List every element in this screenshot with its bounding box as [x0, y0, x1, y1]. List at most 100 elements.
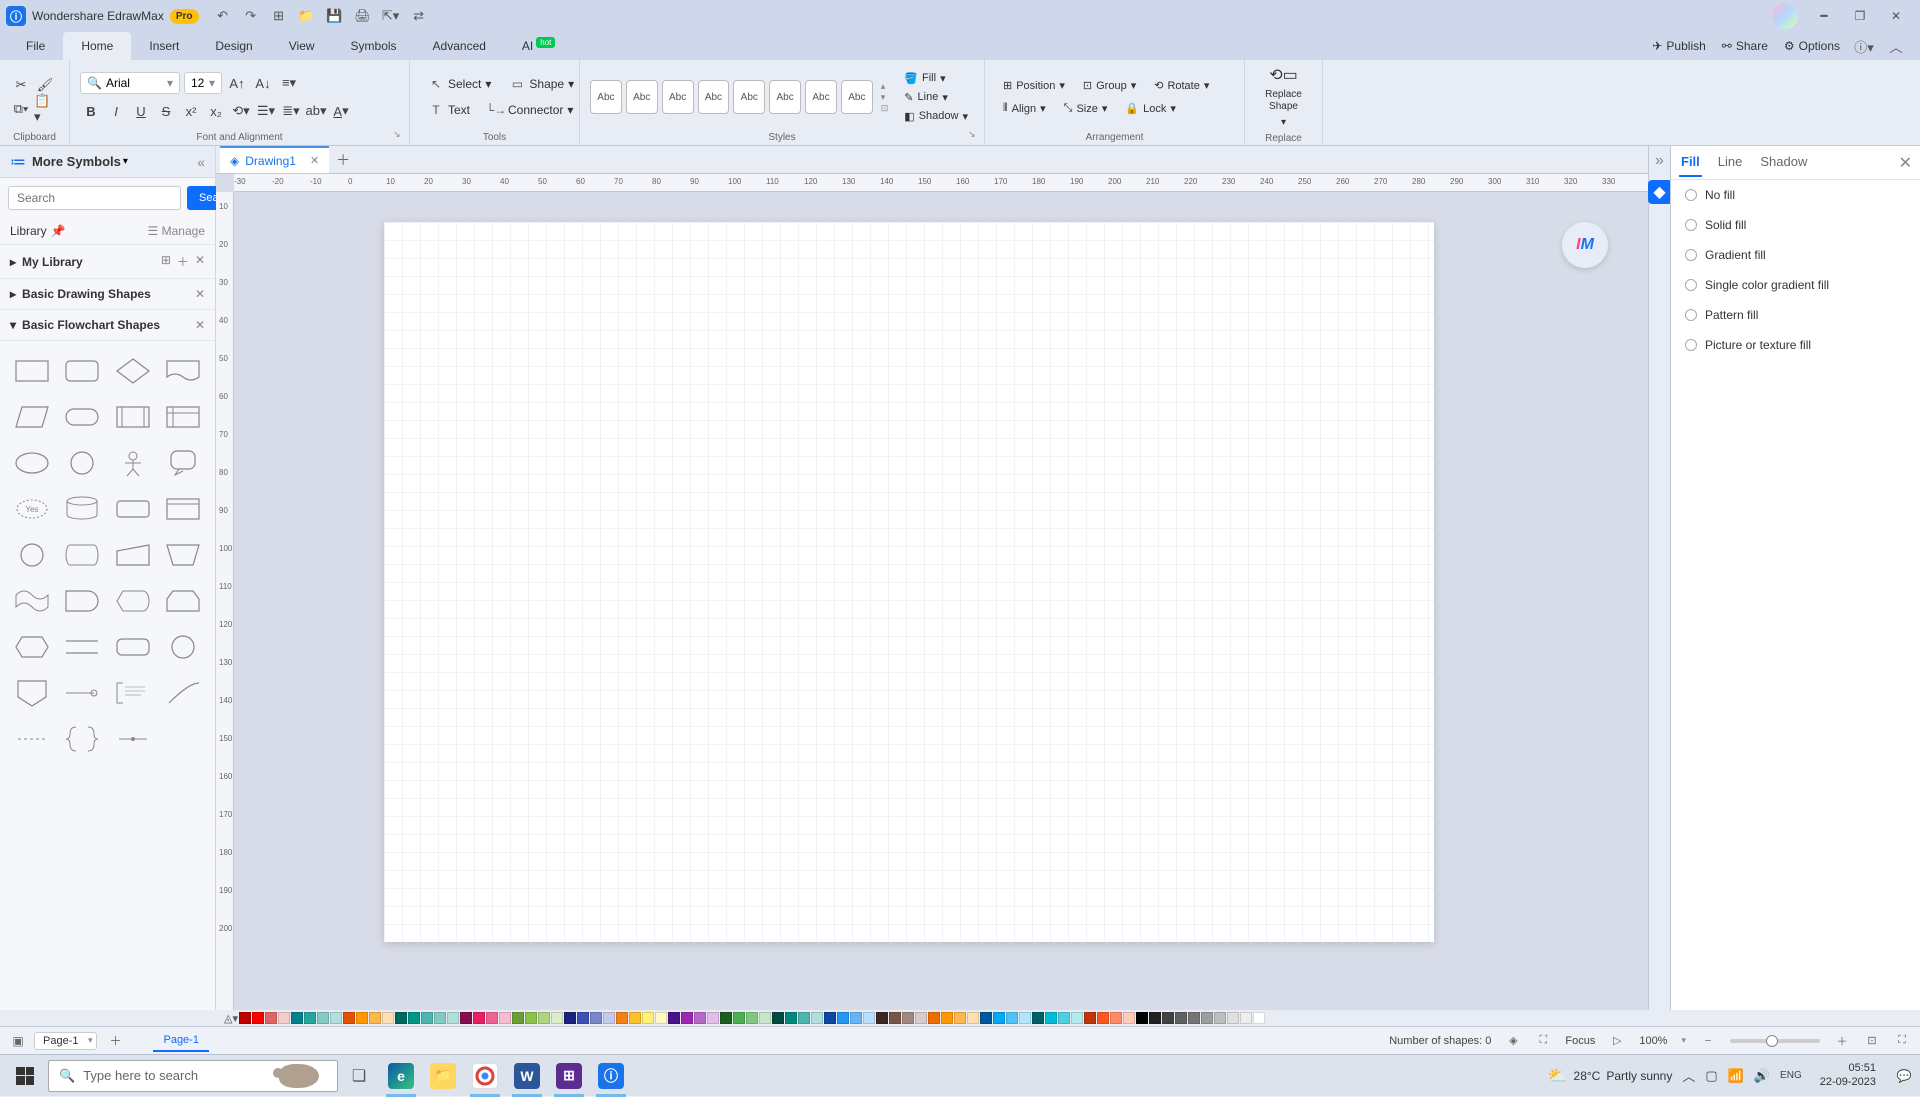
color-swatch[interactable]	[811, 1012, 823, 1024]
shape-predefined[interactable]	[113, 399, 153, 435]
color-swatch[interactable]	[564, 1012, 576, 1024]
pages-icon[interactable]: ▣	[10, 1033, 26, 1049]
color-swatch[interactable]	[668, 1012, 680, 1024]
shape-card[interactable]	[113, 491, 153, 527]
section-my-library[interactable]: ▸ My Library ⊞ ＋ ✕	[0, 245, 215, 279]
eyedropper-icon[interactable]: ◬▾	[224, 1011, 238, 1025]
zoom-slider[interactable]	[1730, 1039, 1820, 1043]
color-swatch[interactable]	[278, 1012, 290, 1024]
color-swatch[interactable]	[1201, 1012, 1213, 1024]
color-swatch[interactable]	[538, 1012, 550, 1024]
focus-label[interactable]: Focus	[1565, 1035, 1595, 1047]
shape-preparation[interactable]	[12, 629, 52, 665]
text-tool[interactable]: TText	[420, 98, 478, 122]
subscript-icon[interactable]: x₂	[205, 100, 227, 122]
color-swatch[interactable]	[850, 1012, 862, 1024]
color-swatch[interactable]	[317, 1012, 329, 1024]
pin-icon[interactable]: 📌	[51, 224, 66, 238]
export-icon[interactable]: ⇱▾	[383, 8, 399, 24]
text-direction-icon[interactable]: ⟲▾	[230, 100, 252, 122]
fullscreen-icon[interactable]: ⛶	[1894, 1033, 1910, 1049]
copy-icon[interactable]: ⧉▾	[10, 98, 32, 120]
close-section-icon[interactable]: ✕	[195, 318, 205, 332]
color-swatch[interactable]	[1214, 1012, 1226, 1024]
zoom-out-button[interactable]: −	[1700, 1033, 1716, 1049]
menu-insert[interactable]: Insert	[131, 32, 197, 60]
color-swatch[interactable]	[642, 1012, 654, 1024]
color-swatch[interactable]	[616, 1012, 628, 1024]
page-tab[interactable]: Page-1	[153, 1030, 208, 1052]
share-button[interactable]: ⚯Share	[1722, 39, 1768, 53]
app-chrome[interactable]	[464, 1055, 506, 1097]
section-basic-drawing[interactable]: ▸ Basic Drawing Shapes ✕	[0, 279, 215, 310]
shape-summing[interactable]	[62, 675, 102, 711]
color-swatch[interactable]	[681, 1012, 693, 1024]
user-avatar[interactable]	[1772, 3, 1798, 29]
color-swatch[interactable]	[837, 1012, 849, 1024]
document-tab[interactable]: ◈ Drawing1 ✕	[220, 146, 329, 173]
menu-home[interactable]: Home	[63, 32, 131, 60]
shape-delay[interactable]	[62, 583, 102, 619]
shape-on-page-ref[interactable]	[163, 629, 203, 665]
align-h-icon[interactable]: ≡▾	[278, 72, 300, 94]
color-swatch[interactable]	[1019, 1012, 1031, 1024]
shape-process[interactable]	[12, 353, 52, 389]
color-swatch[interactable]	[330, 1012, 342, 1024]
color-swatch[interactable]	[395, 1012, 407, 1024]
layers-icon[interactable]: ◈	[1505, 1033, 1521, 1049]
shape-dot-line[interactable]	[113, 721, 153, 757]
color-swatch[interactable]	[1006, 1012, 1018, 1024]
clock[interactable]: 05:51 22-09-2023	[1820, 1062, 1876, 1088]
shape-callout[interactable]	[163, 445, 203, 481]
color-swatch[interactable]	[382, 1012, 394, 1024]
line-spacing-icon[interactable]: ☰▾	[255, 100, 277, 122]
style-swatch-1[interactable]: Abc	[590, 80, 622, 114]
lang-icon[interactable]: ENG	[1780, 1070, 1802, 1081]
color-swatch[interactable]	[993, 1012, 1005, 1024]
section-basic-flowchart[interactable]: ▾ Basic Flowchart Shapes ✕	[0, 310, 215, 341]
style-swatch-8[interactable]: Abc	[841, 80, 873, 114]
color-swatch[interactable]	[824, 1012, 836, 1024]
color-swatch[interactable]	[1071, 1012, 1083, 1024]
fill-option-pattern[interactable]: Pattern fill	[1671, 300, 1920, 330]
color-swatch[interactable]	[1253, 1012, 1265, 1024]
color-swatch[interactable]	[551, 1012, 563, 1024]
app-explorer[interactable]: 📁	[422, 1055, 464, 1097]
add-page-button[interactable]: ＋	[105, 1031, 125, 1051]
style-swatch-7[interactable]: Abc	[805, 80, 837, 114]
color-swatch[interactable]	[1123, 1012, 1135, 1024]
color-swatch[interactable]	[590, 1012, 602, 1024]
increase-font-icon[interactable]: A↑	[226, 72, 248, 94]
color-swatch[interactable]	[1240, 1012, 1252, 1024]
cut-icon[interactable]: ✂	[10, 74, 32, 96]
color-swatch[interactable]	[291, 1012, 303, 1024]
close-section-icon[interactable]: ✕	[195, 287, 205, 301]
style-swatch-2[interactable]: Abc	[626, 80, 658, 114]
shape-rounded[interactable]	[62, 353, 102, 389]
shape-manual-op[interactable]	[163, 537, 203, 573]
color-swatch[interactable]	[1045, 1012, 1057, 1024]
color-swatch[interactable]	[863, 1012, 875, 1024]
help-icon[interactable]: ⓘ▾	[1856, 38, 1872, 54]
color-swatch[interactable]	[915, 1012, 927, 1024]
color-swatch[interactable]	[447, 1012, 459, 1024]
expand-right-icon[interactable]: »	[1655, 152, 1664, 170]
color-swatch[interactable]	[1162, 1012, 1174, 1024]
replace-shape-button[interactable]: ⟲▭ Replace Shape▾	[1261, 64, 1306, 131]
shadow-button[interactable]: ◧Shadow▾	[898, 108, 974, 125]
font-size-input[interactable]: 12▾	[184, 72, 222, 94]
shape-manual-input[interactable]	[113, 537, 153, 573]
style-swatch-3[interactable]: Abc	[662, 80, 694, 114]
color-swatch[interactable]	[798, 1012, 810, 1024]
redo-icon[interactable]: ↷	[243, 8, 259, 24]
styles-dialog-launcher[interactable]: ↘	[968, 129, 980, 141]
tray-chevron-icon[interactable]: ︿	[1682, 1066, 1695, 1085]
color-swatch[interactable]	[356, 1012, 368, 1024]
color-swatch[interactable]	[1188, 1012, 1200, 1024]
align-button[interactable]: ⫴Align▾	[995, 98, 1054, 119]
shape-stored-data[interactable]	[163, 491, 203, 527]
color-swatch[interactable]	[421, 1012, 433, 1024]
shape-actor[interactable]	[113, 445, 153, 481]
menu-symbols[interactable]: Symbols	[333, 32, 415, 60]
lib-action-1[interactable]: ⊞	[161, 253, 171, 270]
